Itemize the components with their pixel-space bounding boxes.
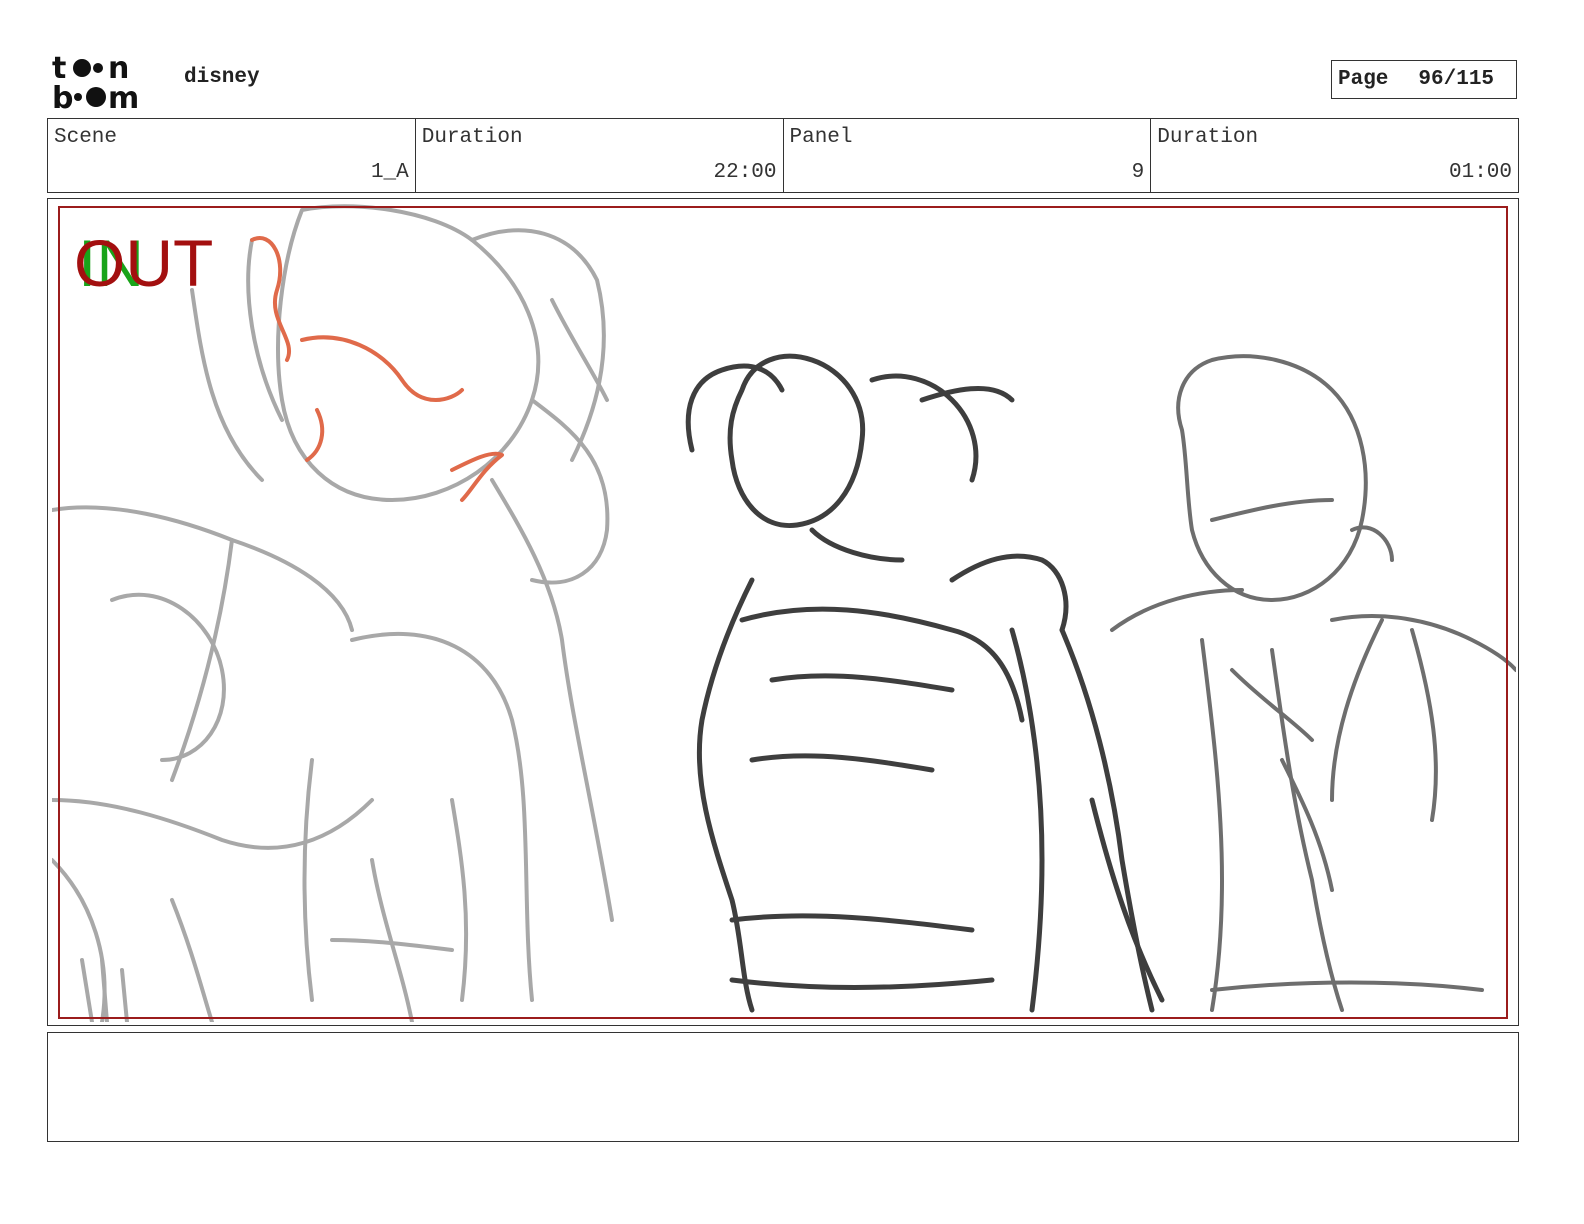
scene-duration-label: Duration [421, 126, 523, 149]
scene-value: 1_A [370, 161, 409, 184]
panel-value: 9 [1131, 161, 1145, 184]
out-transition-marker: OUT [74, 226, 214, 300]
panel-cell: Panel 9 [784, 119, 1152, 192]
svg-text:m: m [108, 81, 139, 112]
scene-label: Scene [54, 126, 118, 149]
scene-cell: Scene 1_A [48, 119, 416, 192]
scene-duration-cell: Duration 22:00 [416, 119, 784, 192]
scene-duration-value: 22:00 [713, 161, 777, 184]
page-label: Page [1338, 68, 1389, 91]
project-name: disney [184, 66, 260, 89]
panel-duration-label: Duration [1157, 126, 1259, 149]
panel-notes-box[interactable] [47, 1032, 1519, 1142]
safe-area-frame [58, 206, 1508, 1019]
page-indicator: Page 96/115 [1331, 60, 1517, 99]
panel-label: Panel [789, 126, 853, 149]
panel-duration-value: 01:00 [1448, 161, 1512, 184]
panel-duration-cell: Duration 01:00 [1151, 119, 1518, 192]
page-number: 96/115 [1418, 68, 1495, 91]
panel-info-row: Scene 1_A Duration 22:00 Panel 9 Duratio… [47, 118, 1519, 193]
svg-text:b: b [52, 81, 73, 112]
toon-boom-logo-icon: t n b m [52, 50, 164, 116]
